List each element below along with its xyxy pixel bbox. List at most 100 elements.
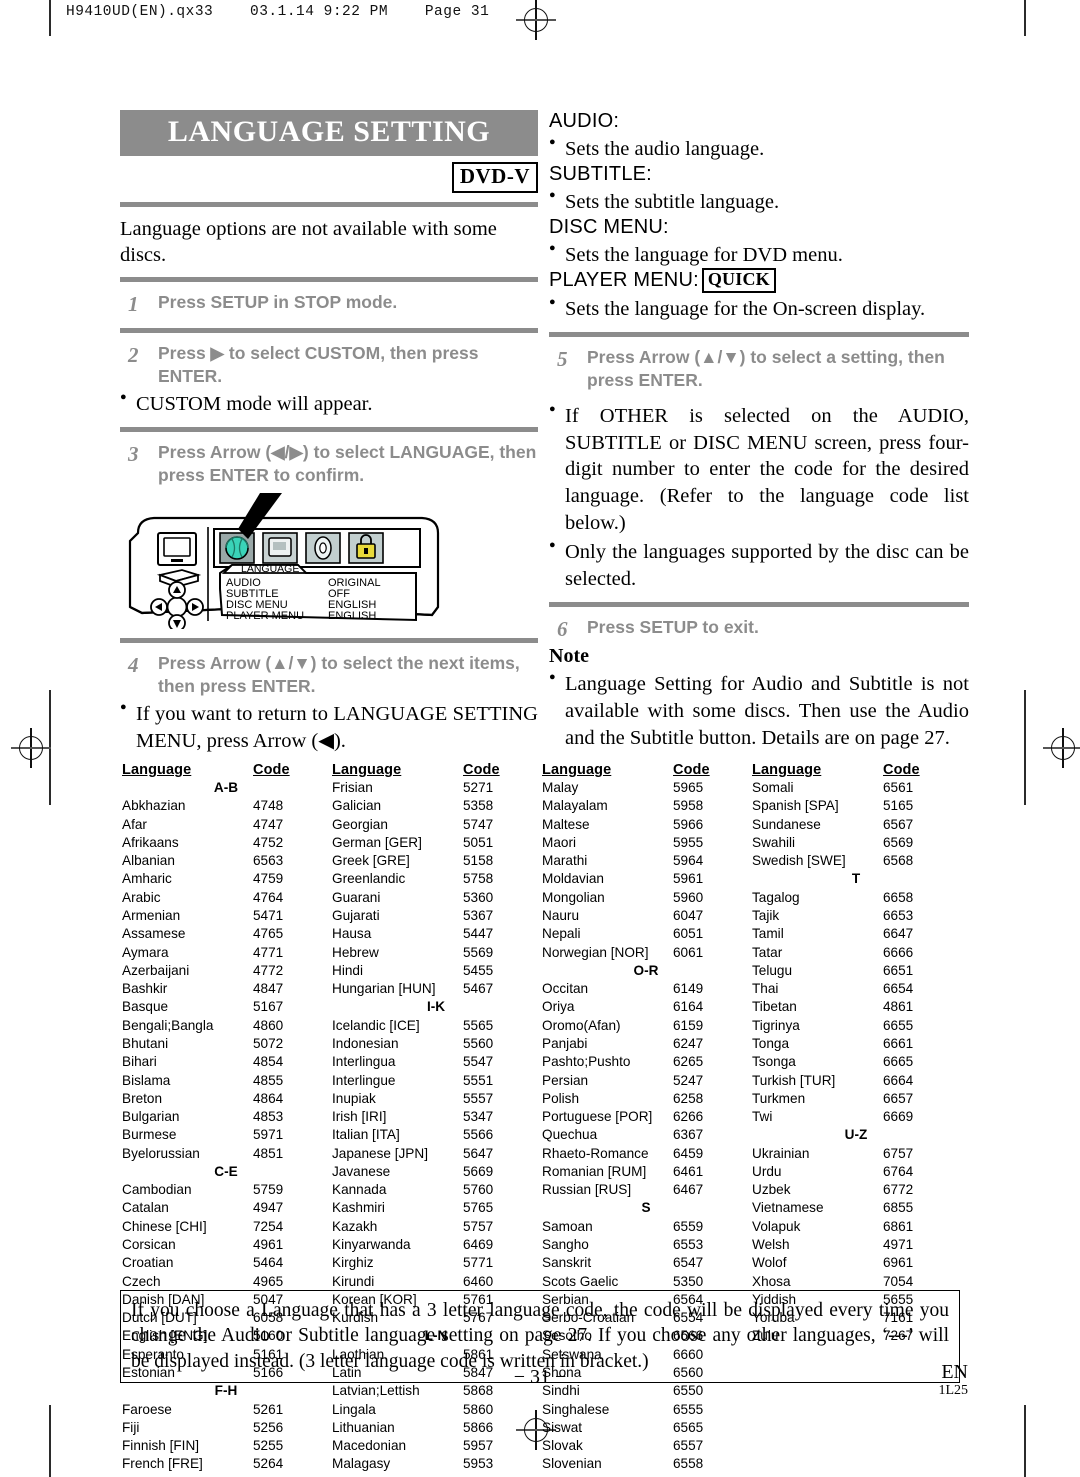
step-number: 2 bbox=[128, 342, 139, 367]
language-name-cell: Slovenian bbox=[542, 1456, 602, 1472]
table-row: Siswat 6565 bbox=[540, 1419, 750, 1437]
table-row: Cambodian 5759 bbox=[120, 1181, 330, 1199]
language-code-cell: 6764 bbox=[883, 1163, 914, 1179]
language-name-cell: Nepali bbox=[542, 926, 581, 942]
language-code-cell: 7054 bbox=[883, 1273, 914, 1289]
language-code-cell: 6855 bbox=[883, 1200, 914, 1216]
column-header-code: Code bbox=[253, 762, 290, 778]
table-row: Tajik 6653 bbox=[750, 907, 960, 925]
language-code-cell: 5165 bbox=[883, 798, 914, 814]
step-number: 4 bbox=[128, 652, 139, 677]
language-code-cell: 6661 bbox=[883, 1035, 914, 1051]
table-row: Samoan 6559 bbox=[540, 1218, 750, 1236]
language-code-cell: 6149 bbox=[673, 981, 704, 997]
table-row: Icelandic [ICE] 5565 bbox=[330, 1017, 540, 1035]
step-4: 4 Press Arrow (▲/▼) to select the next i… bbox=[120, 652, 538, 698]
language-name-cell: Rhaeto-Romance bbox=[542, 1145, 649, 1161]
language-name-cell: Irish [IRI] bbox=[332, 1109, 387, 1125]
language-code-cell: 5771 bbox=[463, 1255, 494, 1271]
language-name-cell: Norwegian [NOR] bbox=[542, 944, 649, 960]
language-code-cell: 6772 bbox=[883, 1182, 914, 1198]
language-name-cell: Croatian bbox=[122, 1255, 174, 1271]
language-name-cell: Tonga bbox=[752, 1035, 790, 1051]
table-row: Assamese 4765 bbox=[120, 925, 330, 943]
language-code-cell: 6247 bbox=[673, 1035, 704, 1051]
language-code-cell: 5447 bbox=[463, 926, 494, 942]
table-row: Kannada 5760 bbox=[330, 1181, 540, 1199]
setting-name-disc-menu: DISC MENU: bbox=[549, 215, 669, 238]
language-code-cell: 4854 bbox=[253, 1054, 284, 1070]
table-row: Kashmiri 5765 bbox=[330, 1199, 540, 1217]
language-name-cell: Romanian [RUM] bbox=[542, 1163, 647, 1179]
table-row: Rhaeto-Romance 6459 bbox=[540, 1145, 750, 1163]
language-name-cell: Bengali;Bangla bbox=[122, 1017, 214, 1033]
language-name-cell: Volapuk bbox=[752, 1218, 801, 1234]
language-code-cell: 6861 bbox=[883, 1218, 914, 1234]
language-name-cell: Welsh bbox=[752, 1237, 790, 1253]
language-code-cell: 6651 bbox=[883, 962, 914, 978]
language-code-cell: 4864 bbox=[253, 1090, 284, 1106]
table-row: Nepali 6051 bbox=[540, 925, 750, 943]
table-row: Sanskrit 6547 bbox=[540, 1254, 750, 1272]
bullet-supported: Only the languages supported by the disc… bbox=[549, 538, 969, 592]
code-group-header-row: C-E bbox=[120, 1163, 330, 1181]
language-name-cell: Interlingue bbox=[332, 1072, 396, 1088]
step-text: Press Arrow (▲/▼) to select a setting, t… bbox=[587, 346, 945, 391]
table-row: Tonga 6661 bbox=[750, 1035, 960, 1053]
table-row: Italian [ITA] 5566 bbox=[330, 1126, 540, 1144]
table-row: Afar 4747 bbox=[120, 816, 330, 834]
divider-rule bbox=[120, 426, 538, 432]
table-row: Guarani 5360 bbox=[330, 889, 540, 907]
code-group-header-row: I-K bbox=[330, 998, 540, 1016]
language-name-cell: Tatar bbox=[752, 944, 783, 960]
table-row: Faroese 5261 bbox=[120, 1401, 330, 1419]
language-code-cell: 5547 bbox=[463, 1054, 494, 1070]
table-row: Greenlandic 5758 bbox=[330, 870, 540, 888]
language-name-cell: Thai bbox=[752, 981, 779, 997]
language-code-cell: 4847 bbox=[253, 981, 284, 997]
language-name-cell: Kazakh bbox=[332, 1218, 378, 1234]
step-6: 6 Press SETUP to exit. bbox=[549, 616, 969, 644]
table-row: Catalan 4947 bbox=[120, 1199, 330, 1217]
language-name-cell: Hebrew bbox=[332, 944, 379, 960]
language-code-cell: 4965 bbox=[253, 1273, 284, 1289]
lock-icon bbox=[348, 532, 384, 564]
table-row: Telugu 6651 bbox=[750, 962, 960, 980]
table-row: Finnish [FIN] 5255 bbox=[120, 1437, 330, 1455]
language-name-cell: Kashmiri bbox=[332, 1200, 385, 1216]
language-code-cell: 6159 bbox=[673, 1017, 704, 1033]
table-row: Albanian 6563 bbox=[120, 852, 330, 870]
language-name-cell: Lingala bbox=[332, 1401, 376, 1417]
language-name-cell: Greenlandic bbox=[332, 871, 406, 887]
table-row: Persian 5247 bbox=[540, 1072, 750, 1090]
language-name-cell: Armenian bbox=[122, 907, 181, 923]
table-row: Hungarian [HUN] 5467 bbox=[330, 980, 540, 998]
language-name-cell: Xhosa bbox=[752, 1273, 791, 1289]
step-text: Press ▶ to select CUSTOM, then press ENT… bbox=[158, 342, 479, 387]
language-code-cell: 6565 bbox=[673, 1419, 704, 1435]
language-name-cell: Turkmen bbox=[752, 1090, 806, 1106]
language-code-cell: 6757 bbox=[883, 1145, 914, 1161]
table-row: Sangho 6553 bbox=[540, 1236, 750, 1254]
setting-name-player-menu: PLAYER MENU: QUICK bbox=[549, 268, 969, 294]
table-row: Kirghiz 5771 bbox=[330, 1254, 540, 1272]
table-row: Russian [RUS] 6467 bbox=[540, 1181, 750, 1199]
language-name-cell: Macedonian bbox=[332, 1438, 407, 1454]
language-name-cell: Maori bbox=[542, 834, 576, 850]
step-text: Press Arrow (◀/▶) to select LANGUAGE, th… bbox=[158, 441, 537, 485]
language-code-cell: 6265 bbox=[673, 1054, 704, 1070]
language-code-cell: 5961 bbox=[673, 871, 704, 887]
language-name-cell: Italian [ITA] bbox=[332, 1127, 400, 1143]
language-code-cell: 4961 bbox=[253, 1237, 284, 1253]
language-name-cell: Galician bbox=[332, 798, 382, 814]
language-code-cell: 4853 bbox=[253, 1109, 284, 1125]
language-name-cell: Moldavian bbox=[542, 871, 604, 887]
table-row: Azerbaijani 4772 bbox=[120, 962, 330, 980]
table-row: Bislama 4855 bbox=[120, 1072, 330, 1090]
language-code-cell: 6047 bbox=[673, 907, 704, 923]
language-code-cell: 5471 bbox=[253, 907, 284, 923]
table-row: Czech 4965 bbox=[120, 1273, 330, 1291]
divider-rule bbox=[120, 637, 538, 643]
language-name-cell: Quechua bbox=[542, 1127, 598, 1143]
table-row: Aymara 4771 bbox=[120, 944, 330, 962]
